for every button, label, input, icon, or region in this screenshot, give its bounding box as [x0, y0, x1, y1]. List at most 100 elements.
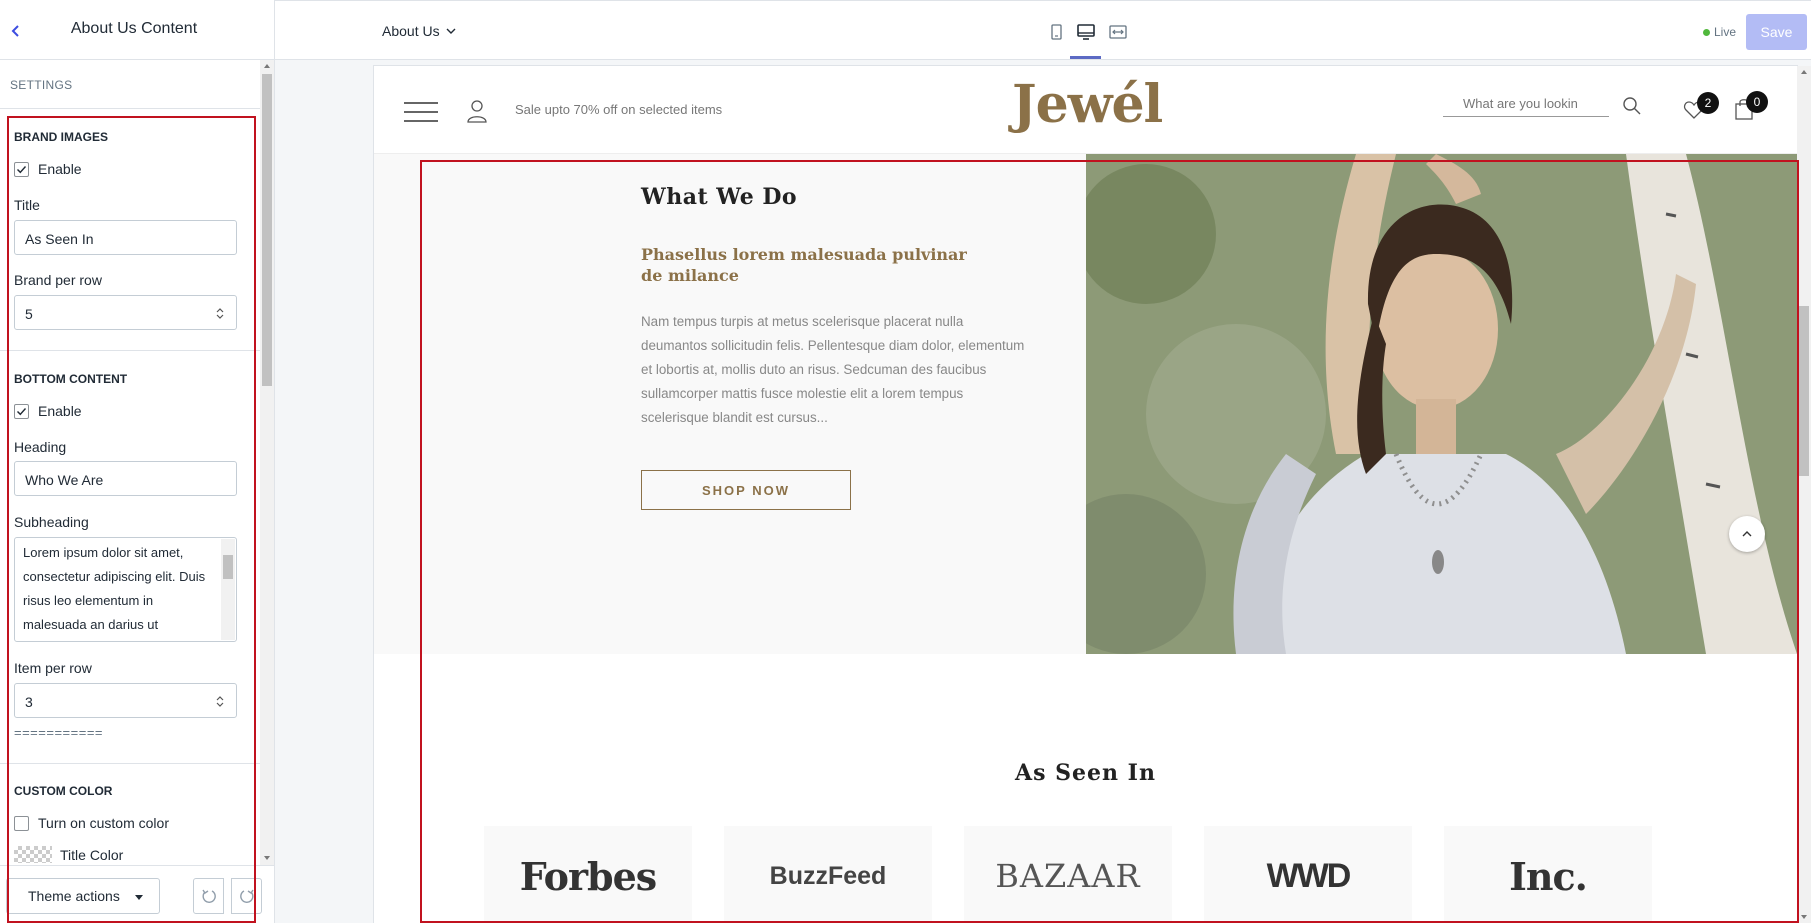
divider	[0, 350, 262, 351]
color-swatch[interactable]	[14, 846, 52, 863]
hamburger-menu-icon[interactable]	[404, 102, 438, 122]
wishlist-count-badge: 2	[1697, 92, 1719, 114]
chevron-left-icon	[11, 25, 19, 37]
item-per-row-select[interactable]: 3	[14, 683, 237, 718]
save-button[interactable]: Save	[1746, 14, 1807, 50]
store-header: Sale upto 70% off on selected items Jewé…	[374, 66, 1797, 154]
search-icon[interactable]	[1622, 96, 1642, 116]
scroll-up-icon[interactable]	[260, 60, 274, 72]
chevron-up-icon	[1742, 531, 1752, 537]
undo-icon	[201, 889, 216, 903]
brand-forbes: Forbes	[519, 853, 657, 899]
brand-inc: Inc.	[1509, 853, 1588, 899]
item-per-row-label: Item per row	[14, 660, 92, 676]
settings-sidebar: About Us Content SETTINGS BRAND IMAGES E…	[0, 0, 275, 923]
brand-logo: BuzzFeed	[724, 826, 932, 923]
page-selector[interactable]: About Us	[382, 23, 458, 39]
brand-logo: BAZAAR	[964, 826, 1172, 923]
store-logo[interactable]: Jewél	[1012, 74, 1163, 135]
scroll-down-icon[interactable]	[260, 852, 274, 864]
custom-color-heading: CUSTOM COLOR	[14, 784, 113, 798]
store-preview: Sale upto 70% off on selected items Jewé…	[374, 66, 1797, 923]
brand-logo: Inc.	[1444, 826, 1652, 923]
select-arrows-icon	[216, 696, 224, 707]
preview-scrollbar[interactable]	[1797, 66, 1811, 923]
textarea-scroll-thumb[interactable]	[223, 555, 233, 579]
brand-per-row-select[interactable]: 5	[14, 295, 237, 330]
redo-icon	[239, 889, 254, 903]
fullwidth-icon[interactable]	[1107, 21, 1129, 43]
preview-canvas: Sale upto 70% off on selected items Jewé…	[275, 60, 1811, 923]
heading-label: Heading	[14, 439, 67, 455]
sidebar-header: About Us Content	[0, 0, 274, 60]
brand-buzzfeed: BuzzFeed	[769, 861, 887, 890]
divider	[0, 108, 262, 109]
checkbox-label: Turn on custom color	[38, 815, 169, 831]
scroll-down-icon[interactable]	[1797, 911, 1811, 923]
checkbox-box[interactable]	[14, 161, 29, 177]
promo-text: Sale upto 70% off on selected items	[515, 102, 723, 117]
page-selector-label: About Us	[382, 23, 440, 39]
heading-input[interactable]: Who We Are	[14, 461, 237, 496]
scroll-up-icon[interactable]	[1797, 66, 1811, 78]
check-icon	[17, 165, 27, 173]
brand-wwd: WWD	[1266, 856, 1352, 895]
sidebar-scrollbar[interactable]	[260, 60, 274, 865]
title-color-picker[interactable]: Title Color	[14, 846, 123, 863]
brand-per-row-label: Brand per row	[14, 272, 102, 288]
subheading-label: Subheading	[14, 514, 89, 530]
sidebar-scroll-thumb[interactable]	[262, 74, 272, 386]
sidebar-scroll-area: SETTINGS BRAND IMAGES Enable Title As Se…	[0, 60, 274, 865]
bottom-content-heading: BOTTOM CONTENT	[14, 372, 128, 386]
as-seen-in-heading: As Seen In	[1015, 760, 1156, 786]
brand-bazaar: BAZAAR	[995, 857, 1141, 895]
checkbox-label: Enable	[38, 403, 82, 419]
brand-logo: Forbes	[484, 826, 692, 923]
custom-color-checkbox[interactable]: Turn on custom color	[14, 815, 169, 831]
live-status-label: Live	[1714, 25, 1737, 39]
what-we-do-body: Nam tempus turpis at metus scelerisque p…	[641, 314, 1025, 425]
title-label: Title	[14, 197, 40, 213]
live-dot-icon	[1703, 28, 1710, 36]
textarea-scrollbar[interactable]	[221, 539, 235, 640]
checkbox-box[interactable]	[14, 815, 29, 831]
back-button[interactable]	[6, 20, 26, 42]
checkbox-box[interactable]	[14, 403, 29, 419]
title-input[interactable]: As Seen In	[14, 220, 237, 255]
viewport-active-indicator	[1070, 56, 1101, 59]
textarea-value: Lorem ipsum dolor sit amet, consectetur …	[23, 545, 206, 632]
checkbox-label: Enable	[38, 161, 82, 177]
title-color-label: Title Color	[60, 846, 124, 863]
brand-images-heading: BRAND IMAGES	[14, 130, 109, 144]
user-icon[interactable]	[466, 99, 488, 123]
caret-down-icon	[135, 895, 143, 900]
divider	[0, 763, 262, 764]
check-icon	[17, 407, 27, 415]
shop-now-button[interactable]: SHOP NOW	[641, 470, 851, 510]
live-status: Live	[1703, 25, 1736, 39]
separator-text: ===========	[14, 725, 104, 740]
theme-actions-button[interactable]: Theme actions	[6, 878, 160, 914]
what-we-do-section: What We Do Phasellus lorem malesuada pul…	[374, 154, 1797, 654]
brand-images-enable-checkbox[interactable]: Enable	[14, 161, 82, 177]
chevron-down-icon	[446, 28, 456, 34]
model-photo-illustration	[1086, 154, 1797, 654]
preview-scroll-thumb[interactable]	[1799, 306, 1809, 476]
cart-count-badge: 0	[1746, 91, 1768, 113]
sidebar-title: About Us Content	[70, 20, 198, 37]
bottom-content-enable-checkbox[interactable]: Enable	[14, 403, 82, 419]
mobile-icon[interactable]	[1045, 21, 1067, 43]
scroll-to-top-button[interactable]	[1729, 516, 1765, 552]
editor-topbar: About Us Live Save	[275, 0, 1811, 60]
what-we-do-heading: What We Do	[641, 184, 798, 210]
store-search-input[interactable]: What are you lookin	[1443, 94, 1609, 117]
theme-actions-label: Theme actions	[28, 888, 120, 904]
sidebar-footer: Theme actions	[0, 865, 274, 923]
settings-label: SETTINGS	[10, 78, 73, 92]
what-we-do-subheading: Phasellus lorem malesuada pulvinar de mi…	[641, 245, 967, 285]
search-placeholder: What are you lookin	[1463, 96, 1578, 111]
subheading-textarea[interactable]: Lorem ipsum dolor sit amet, consectetur …	[14, 537, 237, 642]
desktop-icon[interactable]	[1075, 21, 1097, 43]
redo-button[interactable]	[231, 878, 262, 914]
undo-button[interactable]	[193, 878, 224, 914]
